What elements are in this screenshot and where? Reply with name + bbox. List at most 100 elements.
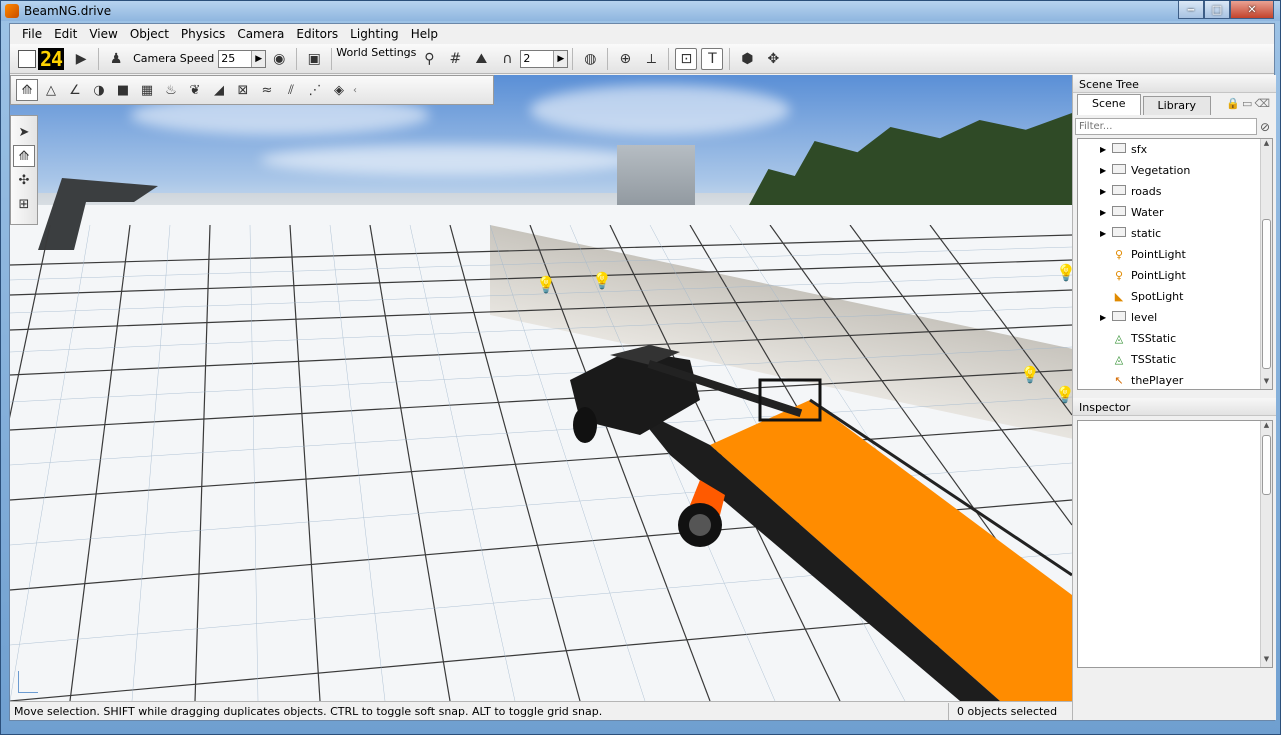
tree-item-static[interactable]: ▶ static [1078, 223, 1272, 244]
camera-frame-button[interactable]: ▣ [303, 48, 325, 70]
scene-tree-scrollbar[interactable]: ▲ ▼ [1260, 139, 1272, 389]
convex-editor-button[interactable]: ⊠ [232, 79, 254, 101]
menu-camera[interactable]: Camera [231, 27, 290, 41]
new-folder-icon[interactable]: ▭ [1242, 97, 1252, 110]
menu-file[interactable]: File [16, 27, 48, 41]
clear-filter-icon[interactable]: ⊘ [1257, 120, 1273, 134]
scene-tree-actions: 🔒 ▭ ⌫ [1226, 97, 1270, 110]
delete-icon[interactable]: ⌫ [1254, 97, 1270, 110]
road-editor-button[interactable]: ⫽ [280, 79, 302, 101]
tree-item-level[interactable]: ▶ level [1078, 307, 1272, 328]
point-light-icon[interactable]: 💡 [1055, 385, 1072, 404]
expand-arrow-icon[interactable]: ▶ [1100, 229, 1110, 238]
snap-size-stepper[interactable]: ▶ [520, 49, 569, 68]
scale-tool-button[interactable]: ⊞ [13, 193, 35, 215]
player-camera-button[interactable]: ♟ [105, 48, 127, 70]
tree-item-pointlight[interactable]: ♀ PointLight [1078, 244, 1272, 265]
inspector-scrollbar[interactable]: ▲ ▼ [1260, 421, 1272, 667]
filter-input[interactable] [1075, 118, 1257, 135]
tree-item-tsstatic[interactable]: ◬ TSStatic [1078, 328, 1272, 349]
menu-object[interactable]: Object [124, 27, 175, 41]
snap-to-terrain-button[interactable]: ⚲ [418, 48, 440, 70]
move-tool-button[interactable]: ⟰ [13, 145, 35, 167]
object-center-button[interactable]: ⊕ [614, 48, 636, 70]
forest-editor-button[interactable]: ❦ [184, 79, 206, 101]
menu-view[interactable]: View [83, 27, 123, 41]
folder-icon [1110, 164, 1128, 177]
mesh-road-editor-button[interactable]: ⋰ [304, 79, 326, 101]
render-mode-button[interactable]: ◍ [579, 48, 601, 70]
tree-item-theplayer[interactable]: ↖ thePlayer [1078, 370, 1272, 389]
stepper-arrow-icon[interactable]: ▶ [251, 50, 266, 67]
right-panel: Scene Tree Scene Library 🔒 ▭ ⌫ ⊘ ▶ sfx ▶ V… [1072, 75, 1276, 720]
rotate-tool-button[interactable]: ✣ [13, 169, 35, 191]
decal-editor-button[interactable]: ◢ [208, 79, 230, 101]
expand-arrow-icon[interactable]: ▶ [1100, 208, 1110, 217]
world-settings-label[interactable]: World Settings [336, 46, 416, 59]
maximize-button[interactable]: □ [1204, 1, 1230, 19]
expand-arrow-icon[interactable]: ▶ [1100, 166, 1110, 175]
sun-editor-button[interactable]: ◑ [88, 79, 110, 101]
scrollbar-thumb[interactable] [1262, 219, 1271, 369]
particle-editor-button[interactable]: ♨ [160, 79, 182, 101]
river-editor-button[interactable]: ≈ [256, 79, 278, 101]
palette-grip-icon[interactable]: ‹ [353, 85, 357, 96]
grid-snap-button[interactable]: # [444, 48, 466, 70]
tab-scene[interactable]: Scene [1077, 94, 1141, 115]
tree-item-roads[interactable]: ▶ roads [1078, 181, 1272, 202]
point-light-icon[interactable]: 💡 [536, 275, 556, 294]
drop-at-camera-button[interactable]: ⬢ [736, 48, 758, 70]
scene-tree[interactable]: ▶ sfx ▶ Vegetation ▶ roads ▶ Water ▶ static ♀… [1077, 138, 1273, 390]
inspector-panel[interactable]: ▲ ▼ [1077, 420, 1273, 668]
expand-arrow-icon[interactable]: ▶ [1100, 313, 1110, 322]
camera-speed-stepper[interactable]: ▶ [218, 49, 267, 68]
spot-light-icon[interactable]: 💡 [592, 271, 612, 290]
terrain-editor-button[interactable]: △ [40, 79, 62, 101]
scroll-down-icon[interactable]: ▼ [1261, 655, 1272, 667]
tab-library[interactable]: Library [1142, 96, 1212, 115]
menu-edit[interactable]: Edit [48, 27, 83, 41]
tree-item-water[interactable]: ▶ Water [1078, 202, 1272, 223]
menu-lighting[interactable]: Lighting [344, 27, 405, 41]
select-tool-button[interactable]: ➤ [13, 121, 35, 143]
spot-light-icon[interactable]: 💡 [1056, 263, 1072, 282]
expand-arrow-icon[interactable]: ▶ [1100, 145, 1110, 154]
tree-item-tsstatic[interactable]: ◬ TSStatic [1078, 349, 1272, 370]
terrain-snap-button[interactable]: ⛰ [470, 48, 492, 70]
tree-item-vegetation[interactable]: ▶ Vegetation [1078, 160, 1272, 181]
menu-help[interactable]: Help [405, 27, 444, 41]
tree-item-sfx[interactable]: ▶ sfx [1078, 139, 1272, 160]
menu-editors[interactable]: Editors [290, 27, 344, 41]
lock-icon[interactable]: 🔒 [1226, 97, 1240, 110]
3d-viewport[interactable]: 💡 💡 💡 💡 💡 ⟰ △ ∠ ◑ ■ ▦ ♨ ❦ ◢ ⊠ ≈ ⫽ ⋰ ◈ ‹ … [10, 75, 1072, 701]
tree-item-label: Water [1131, 206, 1164, 219]
magnet-button[interactable]: ∩ [496, 48, 518, 70]
scroll-up-icon[interactable]: ▲ [1261, 421, 1272, 433]
terrain-icon: △ [46, 82, 56, 98]
minimize-button[interactable]: ‒ [1178, 1, 1204, 19]
material-editor-button[interactable]: ■ [112, 79, 134, 101]
datablock-editor-button[interactable]: ▦ [136, 79, 158, 101]
world-transform-button[interactable]: ⊡ [675, 47, 698, 70]
shape-editor-button[interactable]: ◈ [328, 79, 350, 101]
text-labels-button[interactable]: T [701, 47, 724, 70]
bounds-center-button[interactable]: ⟂ [640, 48, 662, 70]
menu-physics[interactable]: Physics [175, 27, 231, 41]
play-button[interactable]: ▶ [70, 48, 92, 70]
object-editor-button[interactable]: ⟰ [16, 79, 38, 101]
camera-speed-input[interactable] [219, 50, 252, 67]
visibility-button[interactable]: ◉ [268, 48, 290, 70]
scroll-down-icon[interactable]: ▼ [1261, 377, 1272, 389]
expand-arrow-icon[interactable]: ▶ [1100, 187, 1110, 196]
tree-item-pointlight[interactable]: ♀ PointLight [1078, 265, 1272, 286]
snap-size-input[interactable] [521, 50, 554, 67]
point-light-icon[interactable]: 💡 [1020, 365, 1040, 384]
world-editor-icon[interactable] [18, 49, 36, 68]
terrain-painter-button[interactable]: ∠ [64, 79, 86, 101]
scrollbar-thumb[interactable] [1262, 435, 1271, 495]
scroll-up-icon[interactable]: ▲ [1261, 139, 1272, 151]
tree-item-spotlight[interactable]: ◣ SpotLight [1078, 286, 1272, 307]
drop-at-screen-button[interactable]: ✥ [762, 48, 784, 70]
stepper-arrow-icon[interactable]: ▶ [553, 50, 568, 67]
close-button[interactable]: ✕ [1230, 1, 1274, 19]
